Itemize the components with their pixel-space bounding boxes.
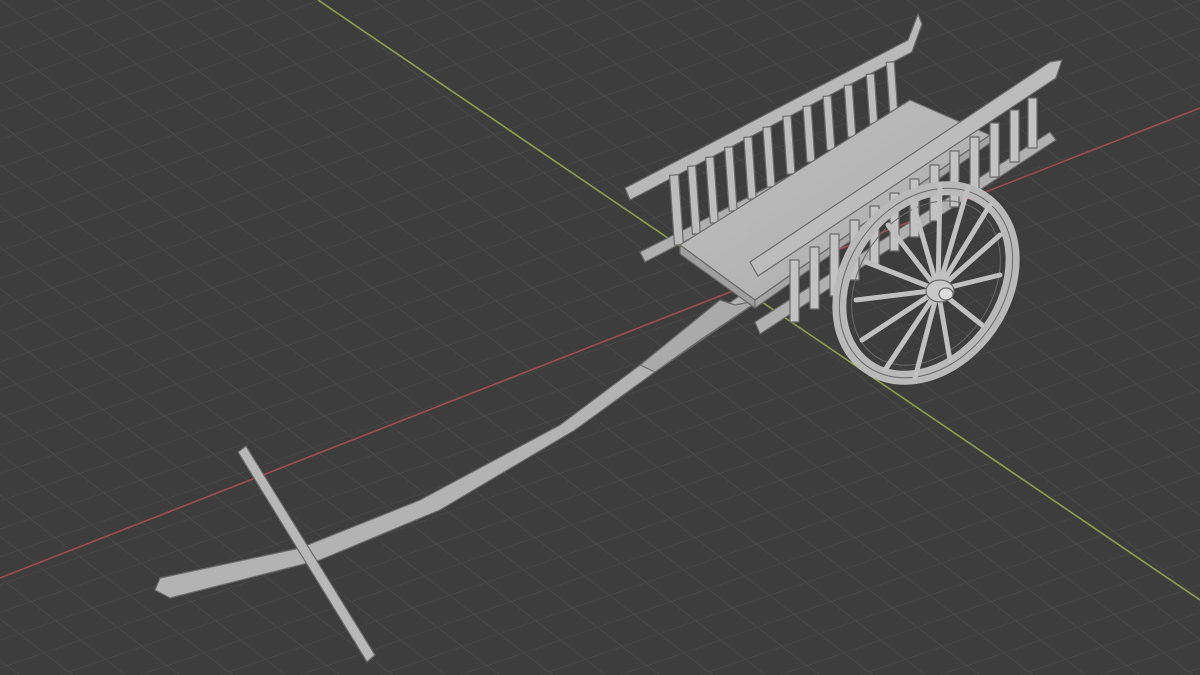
3d-viewport[interactable] (0, 0, 1200, 675)
viewport-canvas[interactable] (0, 0, 1200, 675)
